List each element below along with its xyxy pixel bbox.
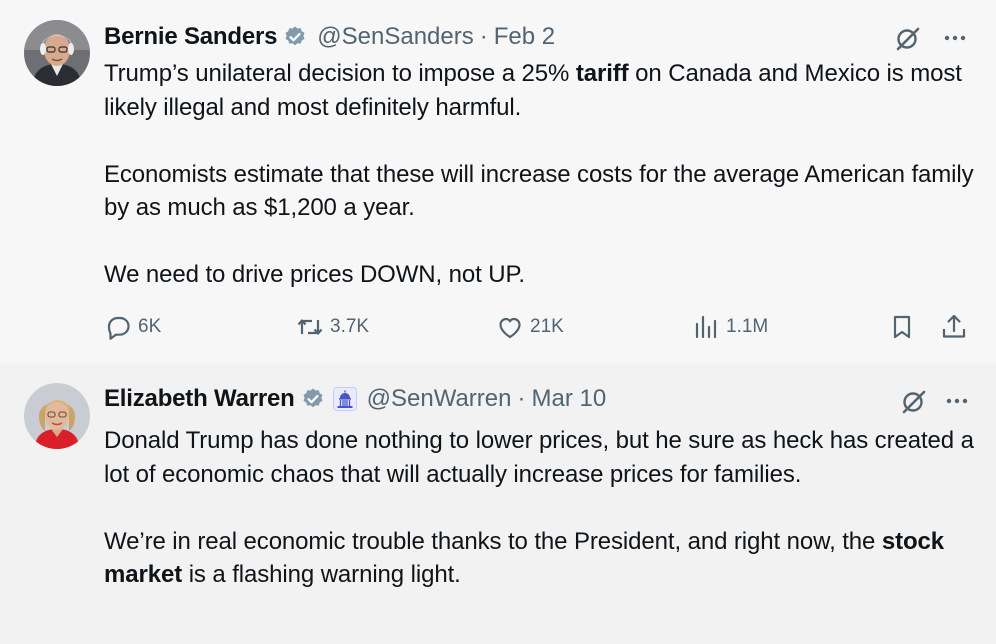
separator-dot: · bbox=[479, 23, 488, 50]
repost-icon bbox=[297, 319, 323, 335]
reply-count: 6K bbox=[138, 316, 162, 337]
tweet-paragraph: Donald Trump has done nothing to lower p… bbox=[104, 427, 974, 488]
reply-icon bbox=[107, 316, 130, 340]
tweet-date[interactable]: Feb 2 bbox=[494, 23, 555, 51]
like-button[interactable]: 21K bbox=[496, 312, 564, 342]
avatar[interactable] bbox=[24, 383, 90, 449]
tweet-text: Donald Trump has done nothing to lower p… bbox=[104, 424, 984, 592]
tweet-paragraph: We’re in real economic trouble thanks to… bbox=[104, 527, 945, 589]
bookmark-button[interactable] bbox=[888, 312, 916, 342]
tweet-text: Trump’s unilateral decision to impose a … bbox=[104, 57, 984, 292]
reply-button[interactable]: 6K bbox=[104, 312, 161, 342]
tweet-paragraph: Economists estimate that these will incr… bbox=[104, 160, 974, 222]
author-handle[interactable]: @SenWarren bbox=[367, 385, 512, 413]
tweet-actions: 6K 3.7K 21K 1.1M bbox=[104, 312, 970, 342]
views-button[interactable]: 1.1M bbox=[692, 312, 768, 342]
author-name[interactable]: Bernie Sanders bbox=[104, 23, 277, 51]
share-button[interactable] bbox=[940, 312, 968, 342]
views-icon bbox=[695, 315, 717, 339]
tweet-paragraph: Trump’s unilateral decision to impose a … bbox=[104, 60, 962, 121]
bookmark-icon bbox=[893, 315, 911, 339]
tweet-header: Bernie Sanders @SenSanders · Feb 2 bbox=[104, 21, 555, 53]
avatar[interactable] bbox=[24, 20, 90, 86]
separator-dot: · bbox=[517, 385, 526, 412]
like-count: 21K bbox=[530, 316, 564, 337]
tweet-elizabeth-warren[interactable]: Elizabeth Warren @SenWarren · Mar 10 Don… bbox=[0, 363, 996, 644]
hashtag-tariff[interactable]: tariff bbox=[576, 60, 629, 87]
share-icon bbox=[942, 314, 966, 338]
tweet-date[interactable]: Mar 10 bbox=[531, 385, 606, 413]
tweet-bernie-sanders[interactable]: Bernie Sanders @SenSanders · Feb 2 Trump… bbox=[0, 0, 996, 363]
grok-icon[interactable] bbox=[894, 24, 922, 52]
tweet-paragraph: We need to drive prices DOWN, not UP. bbox=[104, 261, 525, 288]
tweet-header: Elizabeth Warren @SenWarren · Mar 10 bbox=[104, 383, 606, 415]
more-icon[interactable] bbox=[942, 25, 968, 51]
author-name[interactable]: Elizabeth Warren bbox=[104, 385, 295, 413]
repost-count: 3.7K bbox=[330, 316, 370, 337]
author-handle[interactable]: @SenSanders bbox=[317, 23, 473, 51]
repost-button[interactable]: 3.7K bbox=[296, 312, 369, 342]
like-icon bbox=[499, 317, 521, 339]
view-count: 1.1M bbox=[726, 316, 769, 337]
verified-badge-icon[interactable] bbox=[301, 387, 325, 411]
grok-icon[interactable] bbox=[900, 387, 928, 415]
capitol-affiliation-icon[interactable] bbox=[332, 387, 357, 411]
verified-badge-icon[interactable] bbox=[283, 25, 307, 49]
more-icon[interactable] bbox=[944, 388, 970, 414]
